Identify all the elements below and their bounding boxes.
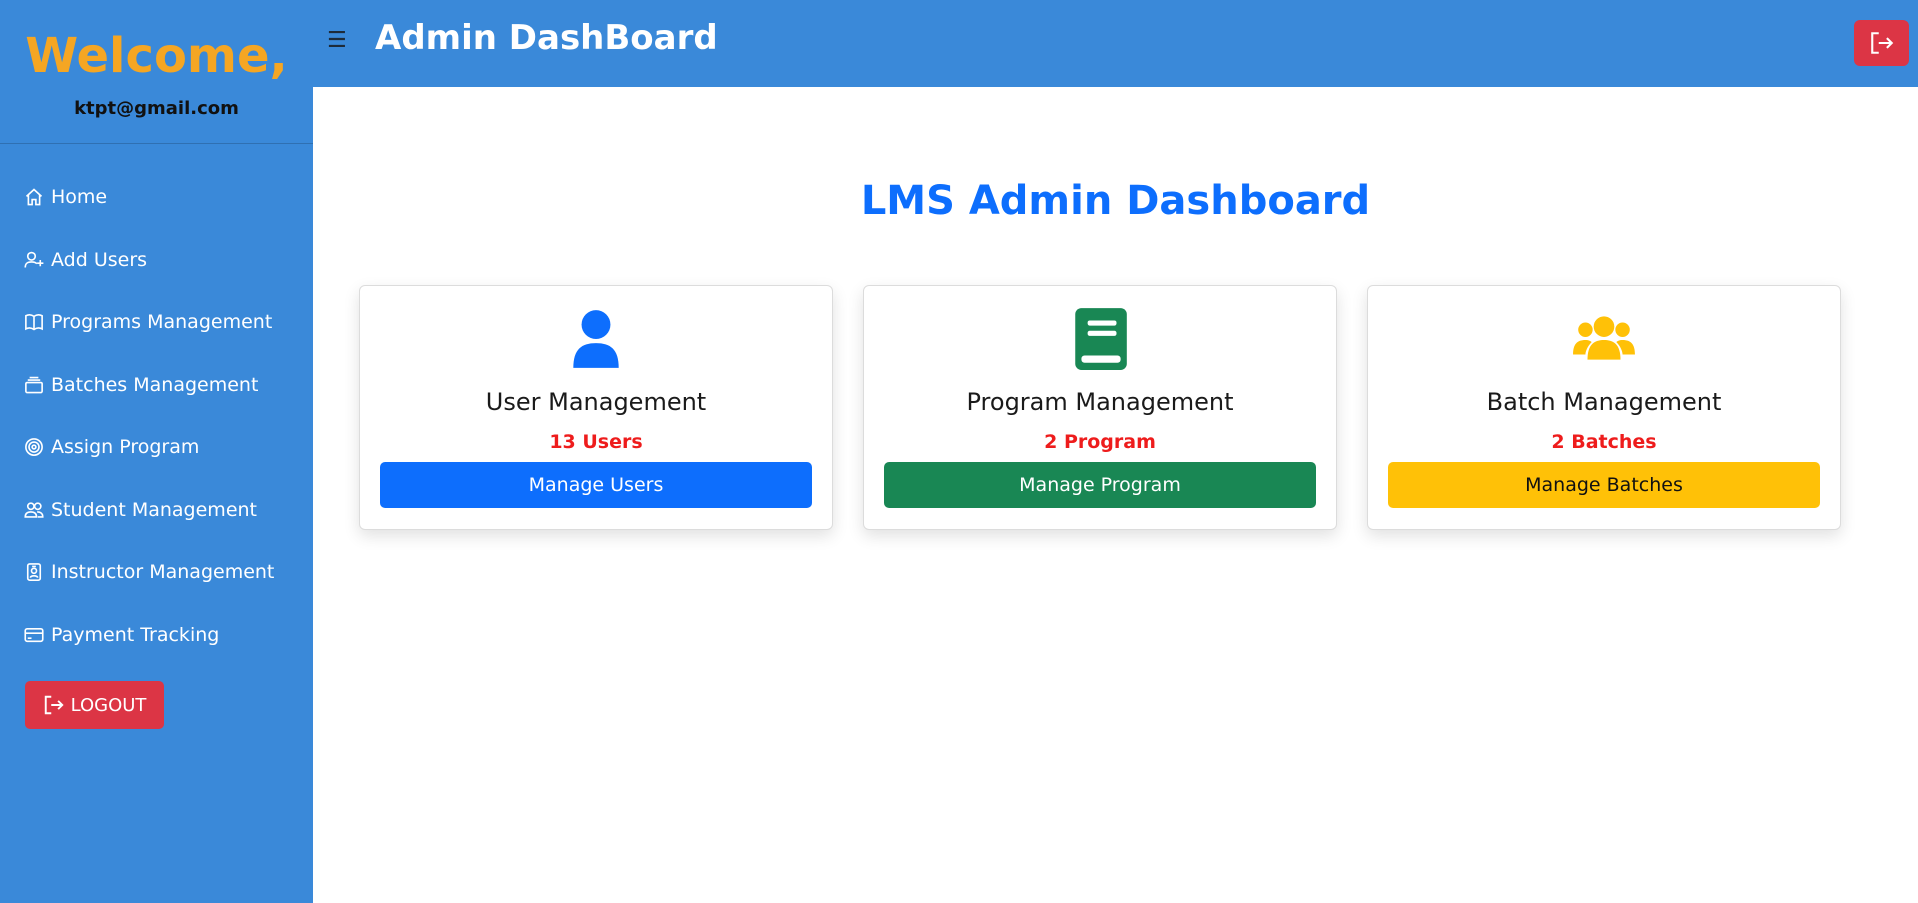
sidebar-item-add-users[interactable]: Add Users bbox=[24, 245, 147, 275]
sidebar-item-label: Instructor Management bbox=[51, 561, 275, 583]
sidebar-item-batches-management[interactable]: Batches Management bbox=[24, 370, 258, 400]
dashboard-heading: LMS Admin Dashboard bbox=[860, 178, 1371, 224]
user-management-card: User Management 13 Users Manage Users bbox=[359, 285, 833, 530]
credit-card-icon bbox=[24, 627, 44, 643]
card-title: Batch Management bbox=[1486, 388, 1722, 416]
sidebar-item-programs-management[interactable]: Programs Management bbox=[24, 307, 272, 337]
sidebar-item-label: Student Management bbox=[51, 499, 257, 521]
page-title: Admin DashBoard bbox=[375, 18, 718, 58]
sidebar-item-label: Programs Management bbox=[51, 311, 273, 333]
sidebar-item-label: Assign Program bbox=[51, 436, 200, 458]
sidebar-item-assign-program[interactable]: Assign Program bbox=[24, 432, 199, 462]
sidebar-item-student-management[interactable]: Student Management bbox=[24, 495, 257, 525]
box-arrow-right-icon bbox=[1870, 32, 1893, 54]
people-icon bbox=[24, 502, 44, 518]
collection-icon bbox=[25, 376, 43, 394]
card-count: 13 Users bbox=[549, 431, 643, 453]
home-icon bbox=[25, 188, 43, 206]
box-arrow-right-icon bbox=[44, 695, 64, 715]
users-icon bbox=[1573, 316, 1635, 360]
book-icon bbox=[25, 314, 43, 331]
top-logout-button[interactable] bbox=[1854, 20, 1909, 66]
card-count: 2 Program bbox=[1044, 431, 1156, 453]
program-management-card: Program Management 2 Program Manage Prog… bbox=[863, 285, 1337, 530]
person-add-icon bbox=[24, 251, 44, 268]
sidebar-item-home[interactable]: Home bbox=[24, 182, 107, 212]
user-email: ktpt@gmail.com bbox=[74, 98, 239, 119]
logout-label: LOGOUT bbox=[70, 694, 147, 716]
top-bar: ☰ Admin DashBoard bbox=[313, 0, 1918, 87]
card-title: User Management bbox=[485, 388, 707, 416]
card-count: 2 Batches bbox=[1551, 431, 1657, 453]
book-icon bbox=[1075, 308, 1127, 370]
hamburger-menu-icon[interactable]: ☰ bbox=[327, 28, 347, 53]
sidebar-item-instructor-management[interactable]: Instructor Management bbox=[24, 557, 274, 587]
manage-users-button[interactable]: Manage Users bbox=[380, 462, 812, 508]
target-icon bbox=[25, 438, 43, 456]
sidebar-item-label: Payment Tracking bbox=[51, 624, 220, 646]
sidebar-item-label: Add Users bbox=[51, 249, 148, 271]
sidebar-item-label: Batches Management bbox=[51, 374, 259, 396]
card-title: Program Management bbox=[966, 388, 1234, 416]
logout-button[interactable]: LOGOUT bbox=[25, 681, 164, 729]
batch-management-card: Batch Management 2 Batches Manage Batche… bbox=[1367, 285, 1841, 530]
sidebar-item-label: Home bbox=[51, 186, 108, 208]
manage-program-button[interactable]: Manage Program bbox=[884, 462, 1316, 508]
welcome-text: Welcome, bbox=[25, 28, 288, 84]
manage-batches-button[interactable]: Manage Batches bbox=[1388, 462, 1820, 508]
sidebar: Welcome, ktpt@gmail.com Home Add Users P… bbox=[0, 0, 313, 903]
sidebar-item-payment-tracking[interactable]: Payment Tracking bbox=[24, 620, 219, 650]
user-icon bbox=[573, 310, 619, 368]
sidebar-divider bbox=[0, 143, 313, 144]
person-badge-icon bbox=[26, 563, 42, 581]
